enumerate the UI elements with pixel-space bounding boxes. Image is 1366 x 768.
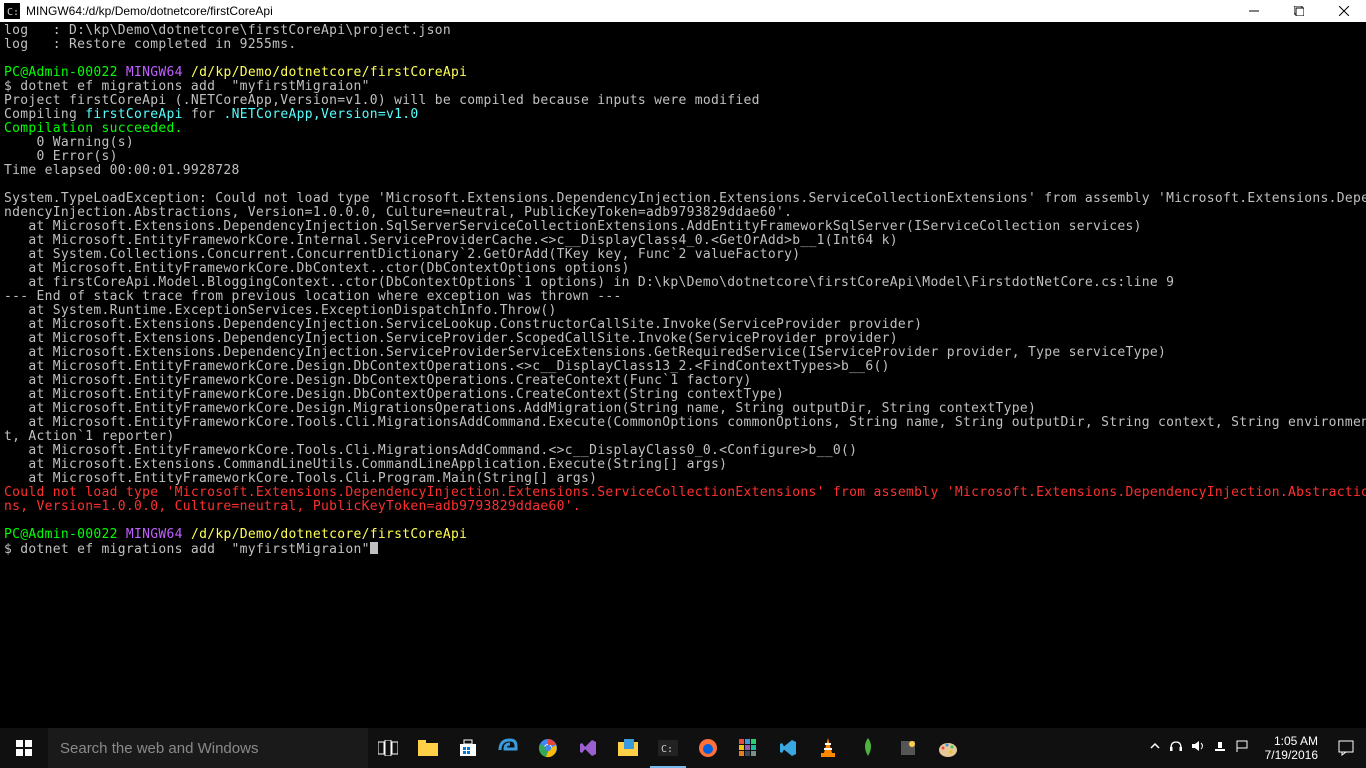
stack-line: at firstCoreApi.Model.BloggingContext..c… xyxy=(4,275,1174,290)
build-line: Project firstCoreApi (.NETCoreApp,Versio… xyxy=(4,93,760,108)
svg-text:C:: C: xyxy=(7,7,19,18)
window-titlebar[interactable]: C: MINGW64:/d/kp/Demo/dotnetcore/firstCo… xyxy=(0,0,1366,22)
stack-line: at Microsoft.EntityFrameworkCore.Tools.C… xyxy=(4,471,597,486)
minimize-button[interactable] xyxy=(1231,0,1276,22)
warning-count: 0 Warning(s) xyxy=(4,135,134,150)
stack-line: t, Action`1 reporter) xyxy=(4,429,175,444)
tray-flag-icon[interactable] xyxy=(1235,739,1249,758)
firefox-icon[interactable] xyxy=(688,728,728,768)
folder-docs-icon[interactable] xyxy=(608,728,648,768)
command-line: $ dotnet ef migrations add "myfirstMigra… xyxy=(4,79,370,94)
stack-line: at Microsoft.EntityFrameworkCore.Design.… xyxy=(4,387,784,402)
stack-line: at Microsoft.EntityFrameworkCore.Tools.C… xyxy=(4,443,857,458)
window-title: MINGW64:/d/kp/Demo/dotnetcore/firstCoreA… xyxy=(26,4,1231,18)
search-placeholder: Search the web and Windows xyxy=(60,740,258,757)
maximize-button[interactable] xyxy=(1276,0,1321,22)
vlc-icon[interactable] xyxy=(808,728,848,768)
window-buttons xyxy=(1231,0,1366,22)
error-line: Could not load type 'Microsoft.Extension… xyxy=(4,485,1366,500)
vscode-icon[interactable] xyxy=(768,728,808,768)
prompt-path: /d/kp/Demo/dotnetcore/firstCoreApi xyxy=(191,527,467,542)
stack-line: at Microsoft.EntityFrameworkCore.Interna… xyxy=(4,233,898,248)
tray-headphones-icon[interactable] xyxy=(1169,739,1183,758)
start-button[interactable] xyxy=(0,728,48,768)
stack-line: at System.Runtime.ExceptionServices.Exce… xyxy=(4,303,557,318)
store-icon[interactable] xyxy=(448,728,488,768)
tray-network-icon[interactable] xyxy=(1213,739,1227,758)
log-line: log : D:\kp\Demo\dotnetcore\firstCoreApi… xyxy=(4,23,451,38)
tool-icon[interactable] xyxy=(888,728,928,768)
cmd-icon: C: xyxy=(4,3,20,19)
close-button[interactable] xyxy=(1321,0,1366,22)
stack-line: at Microsoft.EntityFrameworkCore.DbConte… xyxy=(4,261,630,276)
grid-app-icon[interactable] xyxy=(728,728,768,768)
visual-studio-icon[interactable] xyxy=(568,728,608,768)
file-explorer-icon[interactable] xyxy=(408,728,448,768)
build-target: .NETCoreApp,Version=v1.0 xyxy=(223,107,418,122)
system-tray xyxy=(1141,739,1257,758)
prompt-sys: MINGW64 xyxy=(126,527,183,542)
stack-line: at Microsoft.Extensions.DependencyInject… xyxy=(4,331,898,346)
mongodb-icon[interactable] xyxy=(848,728,888,768)
search-input[interactable]: Search the web and Windows xyxy=(48,728,368,768)
prompt-user: PC@Admin-00022 xyxy=(4,527,118,542)
prompt-sys: MINGW64 xyxy=(126,65,183,80)
command-line: $ dotnet ef migrations add "myfirstMigra… xyxy=(4,542,370,557)
stack-line: at Microsoft.EntityFrameworkCore.Design.… xyxy=(4,401,1036,416)
time-elapsed: Time elapsed 00:00:01.9928728 xyxy=(4,163,240,178)
error-count: 0 Error(s) xyxy=(4,149,118,164)
exception-line: System.TypeLoadException: Could not load… xyxy=(4,191,1366,206)
edge-icon[interactable] xyxy=(488,728,528,768)
tray-volume-icon[interactable] xyxy=(1191,739,1205,758)
error-line: ns, Version=1.0.0.0, Culture=neutral, Pu… xyxy=(4,499,581,514)
stack-line: at System.Collections.Concurrent.Concurr… xyxy=(4,247,800,262)
stack-line: at Microsoft.EntityFrameworkCore.Design.… xyxy=(4,373,752,388)
log-line: log : Restore completed in 9255ms. xyxy=(4,37,297,52)
stack-line: at Microsoft.Extensions.DependencyInject… xyxy=(4,345,1166,360)
svg-text:C:: C: xyxy=(661,744,673,755)
prompt-path: /d/kp/Demo/dotnetcore/firstCoreApi xyxy=(191,65,467,80)
taskbar-clock[interactable]: 1:05 AM 7/19/2016 xyxy=(1257,734,1326,762)
paint-icon[interactable] xyxy=(928,728,968,768)
build-line: Compiling xyxy=(4,107,85,122)
stack-line: at Microsoft.Extensions.DependencyInject… xyxy=(4,219,1142,234)
taskbar: Search the web and Windows C: 1:05 AM 7/… xyxy=(0,728,1366,768)
chrome-icon[interactable] xyxy=(528,728,568,768)
stack-line: at Microsoft.Extensions.DependencyInject… xyxy=(4,317,922,332)
build-project: firstCoreApi xyxy=(85,107,183,122)
task-view-icon[interactable] xyxy=(368,728,408,768)
stack-line: at Microsoft.Extensions.CommandLineUtils… xyxy=(4,457,727,472)
action-center-icon[interactable] xyxy=(1326,728,1366,768)
tray-chevron-up-icon[interactable] xyxy=(1149,739,1161,757)
clock-date: 7/19/2016 xyxy=(1265,748,1318,762)
cursor xyxy=(370,542,378,554)
stack-line: --- End of stack trace from previous loc… xyxy=(4,289,622,304)
clock-time: 1:05 AM xyxy=(1274,734,1318,748)
stack-line: at Microsoft.EntityFrameworkCore.Design.… xyxy=(4,359,890,374)
exception-line: ndencyInjection.Abstractions, Version=1.… xyxy=(4,205,792,220)
compilation-succeeded: Compilation succeeded. xyxy=(4,121,183,136)
stack-line: at Microsoft.EntityFrameworkCore.Tools.C… xyxy=(4,415,1366,430)
cmd-taskbar-icon[interactable]: C: xyxy=(648,728,688,768)
terminal-window: C: MINGW64:/d/kp/Demo/dotnetcore/firstCo… xyxy=(0,0,1366,728)
prompt-user: PC@Admin-00022 xyxy=(4,65,118,80)
terminal-output[interactable]: log : D:\kp\Demo\dotnetcore\firstCoreApi… xyxy=(0,22,1366,728)
